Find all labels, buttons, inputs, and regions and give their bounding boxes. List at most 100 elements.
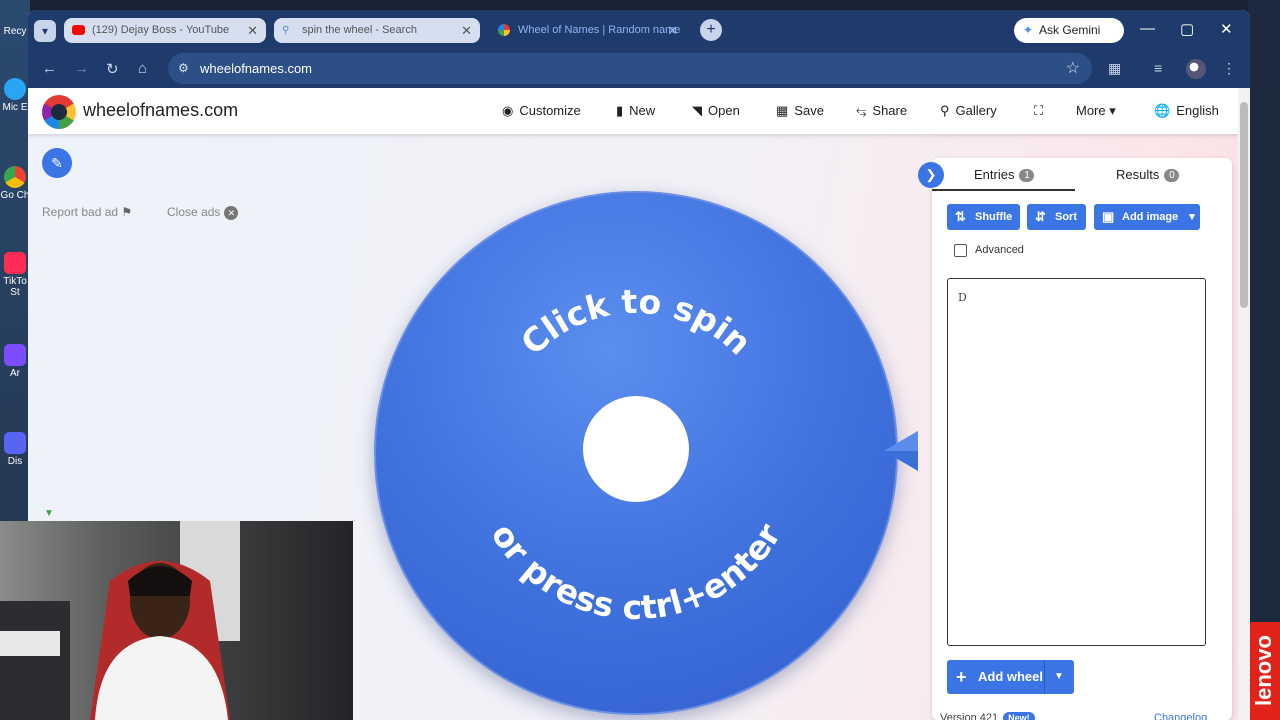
report-bad-ad-link[interactable]: Report bad ad ⚑ xyxy=(42,205,132,219)
close-tab-icon[interactable]: ✕ xyxy=(247,18,258,43)
close-window-icon[interactable]: ✕ xyxy=(1220,20,1233,38)
active-tab-indicator xyxy=(932,189,1075,191)
plus-icon: + xyxy=(956,667,967,687)
tab-title: spin the wheel - Search xyxy=(302,24,417,36)
search-icon: ⚲ xyxy=(282,25,290,36)
fullscreen-button[interactable]: ⛶ xyxy=(1034,103,1049,119)
language-button[interactable]: 🌐 English xyxy=(1154,103,1219,119)
forward-icon[interactable]: → xyxy=(74,60,89,77)
new-badge: New! xyxy=(1003,712,1035,720)
webcam-overlay xyxy=(0,521,353,720)
profile-avatar[interactable] xyxy=(1186,59,1206,79)
gallery-button[interactable]: ⚲ Gallery xyxy=(940,103,997,119)
hide-panel-button[interactable]: ❯ xyxy=(918,162,944,188)
tab-youtube[interactable]: (129) Dejay Boss - YouTube ✕ xyxy=(64,18,266,43)
lenovo-logo: lenovo xyxy=(1248,622,1280,720)
wheel-top-text: Click to spin xyxy=(513,282,759,363)
site-info-icon[interactable]: ⚙ xyxy=(178,53,189,84)
open-button[interactable]: ◥ Open xyxy=(692,103,740,119)
site-logo[interactable] xyxy=(42,95,76,129)
reading-list-icon[interactable]: ≡ xyxy=(1154,60,1162,76)
url-text: wheelofnames.com xyxy=(200,61,312,76)
desktop-icon-recycle-bin[interactable]: Recy xyxy=(0,26,30,37)
edge-icon xyxy=(4,78,26,100)
changelog-link[interactable]: Changelog xyxy=(1154,712,1207,720)
browser-toolbar: ← → ↻ ⌂ ⚙ wheelofnames.com ☆ ▦ ≡ ⋮ xyxy=(28,50,1250,88)
extensions-icon[interactable]: ▦ xyxy=(1108,60,1121,77)
ask-gemini-label: Ask Gemini xyxy=(1039,23,1101,37)
more-button[interactable]: More ▾ xyxy=(1076,103,1122,119)
wheel-text-overlay: Click to spin or press ctrl+enter xyxy=(483,282,788,627)
advanced-checkbox[interactable] xyxy=(954,244,967,257)
close-tab-icon[interactable]: ✕ xyxy=(667,18,678,43)
tab-search-button[interactable]: ▾ xyxy=(34,20,56,42)
desktop-icon-edge[interactable]: Mic E xyxy=(0,78,30,113)
desktop-icon-tiktok[interactable]: TikTo St xyxy=(0,252,30,298)
browser-menu-icon[interactable]: ⋮ xyxy=(1222,60,1236,77)
tab-entries[interactable]: Entries 1 xyxy=(974,167,1035,183)
desktop-icon-label: Recy xyxy=(3,26,27,37)
close-ads-link[interactable]: Close ads ✕ xyxy=(167,205,239,220)
webcam-person xyxy=(0,521,240,720)
customize-button[interactable]: ◉ Customize xyxy=(502,103,581,119)
entries-textarea[interactable]: D xyxy=(947,278,1206,646)
youtube-icon xyxy=(72,25,85,35)
svg-text:Click to spin: Click to spin xyxy=(513,282,759,363)
maximize-icon[interactable]: ▢ xyxy=(1180,20,1194,38)
desktop-icon-label: Dis xyxy=(7,456,23,467)
palette-icon: ◉ xyxy=(502,103,514,118)
sort-icon: ⇵ xyxy=(1035,209,1046,224)
desktop-icon-label: TikTo St xyxy=(3,276,27,298)
gemini-icon: ✦ xyxy=(1023,23,1034,37)
site-header: wheelofnames.com ◉ Customize ▮ New ◥ Open ▦… xyxy=(28,88,1238,134)
chevron-right-icon: ❯ xyxy=(925,167,937,182)
desktop-background-right xyxy=(1248,0,1280,720)
desktop-icon-chrome[interactable]: Go Ch xyxy=(0,166,30,201)
minimize-icon[interactable]: — xyxy=(1140,20,1155,37)
close-icon: ✕ xyxy=(224,205,239,220)
address-bar[interactable]: ⚙ wheelofnames.com ☆ xyxy=(168,53,1092,84)
save-button[interactable]: ▦ Save xyxy=(776,103,824,119)
close-tab-icon[interactable]: ✕ xyxy=(461,18,472,43)
ad-choices-icon[interactable]: ▼ xyxy=(44,508,54,519)
desktop-icon-app[interactable]: Ar xyxy=(0,344,30,379)
tab-results[interactable]: Results 0 xyxy=(1116,167,1180,183)
discord-icon xyxy=(4,432,26,454)
tab-search[interactable]: ⚲ spin the wheel - Search ✕ xyxy=(274,18,480,43)
results-count-badge: 0 xyxy=(1164,169,1180,183)
entry-text: D xyxy=(958,291,967,304)
flag-icon: ⚑ xyxy=(121,205,133,219)
wheel-icon xyxy=(498,24,510,36)
bookmark-star-icon[interactable]: ☆ xyxy=(1066,53,1080,84)
save-icon: ▦ xyxy=(776,103,789,118)
app-icon xyxy=(4,344,26,366)
add-image-button[interactable]: ▣ Add image ▾ xyxy=(1094,204,1200,230)
reload-icon[interactable]: ↻ xyxy=(106,60,119,78)
add-wheel-label: Add wheel xyxy=(978,669,1044,684)
edit-pencil-button[interactable]: ✎ xyxy=(42,148,72,178)
new-tab-button[interactable]: + xyxy=(700,19,722,41)
desktop-icon-discord[interactable]: Dis xyxy=(0,432,30,467)
tab-wheel-of-names[interactable]: Wheel of Names | Random name ✕ xyxy=(490,18,686,43)
share-button[interactable]: ⥃ Share xyxy=(856,103,907,119)
wheel-pointer xyxy=(884,431,918,471)
add-wheel-button[interactable]: + Add wheel ▼ xyxy=(947,660,1074,694)
home-icon[interactable]: ⌂ xyxy=(138,60,147,77)
search-icon: ⚲ xyxy=(940,103,950,118)
tab-title: (129) Dejay Boss - YouTube xyxy=(92,24,230,36)
scrollbar-thumb[interactable] xyxy=(1240,102,1248,308)
site-name[interactable]: wheelofnames.com xyxy=(83,100,238,121)
globe-icon: 🌐 xyxy=(1154,103,1171,118)
ask-gemini-button[interactable]: ✦ Ask Gemini xyxy=(1014,18,1124,43)
new-button[interactable]: ▮ New xyxy=(616,103,655,119)
pencil-icon: ✎ xyxy=(51,155,63,171)
chevron-down-icon: ▾ xyxy=(1189,211,1195,223)
chevron-down-icon[interactable]: ▼ xyxy=(1054,660,1064,694)
wheel-bottom-text: or press ctrl+enter xyxy=(483,516,788,627)
shuffle-button[interactable]: ⇅ Shuffle xyxy=(947,204,1020,230)
back-icon[interactable]: ← xyxy=(42,60,57,77)
fullscreen-icon: ⛶ xyxy=(1034,103,1044,118)
sort-button[interactable]: ⇵ Sort xyxy=(1027,204,1086,230)
page-scrollbar[interactable] xyxy=(1238,88,1250,720)
entries-panel: Entries 1 Results 0 ⇅ Shuffle ⇵ Sort ▣ Add im… xyxy=(932,158,1232,720)
